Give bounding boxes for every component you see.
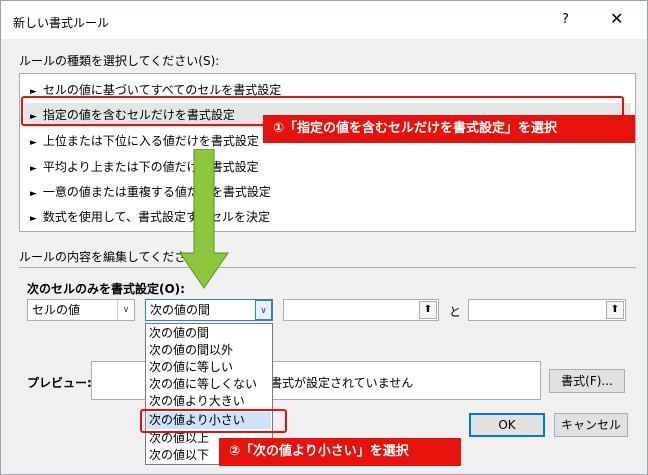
help-button[interactable]: ? [562, 12, 569, 27]
range-select-icon[interactable]: ⬆ [606, 301, 624, 319]
chevron-down-icon[interactable]: ∨ [255, 300, 272, 320]
to-label: と [449, 305, 462, 319]
format-button[interactable]: 書式(F)... [549, 369, 625, 393]
operator-combo[interactable]: 次の値の間 ∨ [145, 299, 273, 321]
rule-item-formula[interactable]: ► 数式を使用して、書式設定するセルを決定 [24, 205, 631, 229]
rule-item-unique-duplicate[interactable]: ► 一意の値または重複する値だけを書式設定 [24, 180, 631, 204]
bullet-icon: ► [30, 214, 37, 224]
option-not-equal[interactable]: 次の値に等しくない [147, 376, 271, 393]
range-select-icon[interactable]: ⬆ [419, 301, 437, 319]
preview-label: プレビュー: [27, 376, 92, 390]
option-between[interactable]: 次の値の間 [147, 325, 271, 342]
preview-text: 書式が設定されていません [270, 376, 414, 390]
value2-input[interactable]: ⬆ [468, 299, 626, 321]
option-not-between[interactable]: 次の値の間以外 [147, 342, 271, 359]
step2-callout: ②「次の値より小さい」を選択 [219, 438, 461, 466]
new-format-rule-dialog: 新しい書式ルール ? ✕ ルールの種類を選択してください(S): ► セルの値に基… [0, 0, 648, 475]
bullet-icon: ► [30, 164, 37, 174]
cell-value-combo[interactable]: セルの値 ∨ [27, 299, 135, 321]
down-arrow-icon [179, 149, 229, 289]
step1-callout: ①「指定の値を含むセルだけを書式設定」を選択 [263, 115, 635, 143]
highlight-frame-option [140, 409, 287, 433]
bullet-icon: ► [30, 138, 37, 148]
bullet-icon: ► [30, 189, 37, 199]
rule-type-label: ルールの種類を選択してください(S): [19, 54, 220, 68]
rule-item-above-below-average[interactable]: ► 平均より上または下の値だけを書式設定 [24, 155, 631, 179]
title-bar: 新しい書式ルール ? ✕ [1, 1, 647, 39]
chevron-down-icon[interactable]: ∨ [117, 300, 134, 320]
format-only-label: 次のセルのみを書式設定(O): [27, 282, 185, 296]
dialog-title: 新しい書式ルール [13, 16, 110, 30]
option-greater-than[interactable]: 次の値より大きい [147, 393, 271, 410]
value1-input[interactable]: ⬆ [283, 299, 439, 321]
cancel-button[interactable]: キャンセル [554, 413, 628, 437]
ok-button[interactable]: OK [469, 413, 545, 437]
option-equal[interactable]: 次の値に等しい [147, 359, 271, 376]
close-icon[interactable]: ✕ [610, 9, 623, 28]
